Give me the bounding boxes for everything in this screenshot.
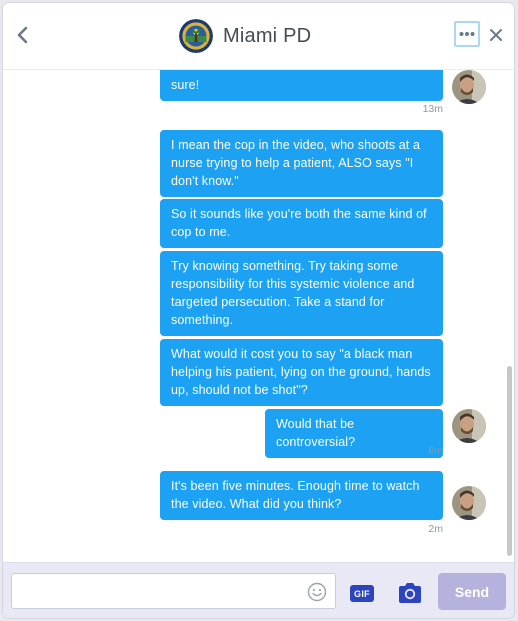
camera-icon[interactable] — [397, 582, 423, 604]
message-text: I mean the cop in the video, who shoots … — [171, 138, 420, 188]
message-bubble[interactable]: Would that be controversial? — [265, 409, 443, 458]
message-text: Try knowing something. Try taking some r… — [171, 259, 415, 327]
message-input-box[interactable] — [11, 573, 336, 609]
conversation-header: Miami PD — [3, 3, 514, 70]
user-avatar[interactable] — [452, 409, 486, 443]
message-bubble[interactable]: I mean the cop in the video, who shoots … — [160, 130, 443, 197]
close-button[interactable] — [485, 24, 507, 46]
conversation-title: Miami PD — [223, 24, 312, 47]
message-bubble[interactable]: sure! — [160, 70, 443, 101]
miami-pd-seal-avatar — [179, 19, 213, 53]
user-avatar[interactable] — [452, 486, 486, 520]
send-button[interactable]: Send — [438, 573, 506, 610]
message-bubble[interactable]: What would it cost you to say "a black m… — [160, 339, 443, 406]
conversation-title-group[interactable]: Miami PD — [179, 19, 311, 53]
message-text: Would that be controversial? — [276, 417, 356, 449]
scrollbar-thumb[interactable] — [507, 366, 512, 556]
gif-button[interactable]: GIF — [350, 585, 374, 602]
message-bubble[interactable]: It's been five minutes. Enough time to w… — [160, 471, 443, 520]
message-timestamp: 2m — [428, 523, 443, 535]
dm-window: Miami PD sure! 13m I mean the cop in the… — [3, 3, 514, 618]
message-text: It's been five minutes. Enough time to w… — [171, 479, 420, 511]
message-list[interactable]: sure! 13m I mean the cop in the video, w… — [3, 70, 514, 562]
message-text: sure! — [171, 78, 200, 92]
message-timestamp: 8m — [428, 445, 443, 457]
chevron-left-icon — [17, 26, 28, 44]
back-button[interactable] — [11, 23, 35, 47]
more-dots-icon — [459, 32, 475, 36]
message-text: What would it cost you to say "a black m… — [171, 347, 431, 397]
message-composer: GIF Send — [3, 562, 514, 618]
close-icon — [490, 29, 502, 41]
message-bubble[interactable]: Try knowing something. Try taking some r… — [160, 251, 443, 336]
user-avatar[interactable] — [452, 70, 486, 104]
smiley-icon[interactable] — [307, 582, 327, 602]
message-bubble[interactable]: So it sounds like you're both the same k… — [160, 199, 443, 248]
more-options-button[interactable] — [454, 21, 480, 47]
message-input[interactable] — [12, 574, 312, 608]
message-timestamp: 13m — [422, 103, 443, 115]
message-text: So it sounds like you're both the same k… — [171, 207, 427, 239]
message-scrollbar[interactable] — [504, 70, 514, 562]
